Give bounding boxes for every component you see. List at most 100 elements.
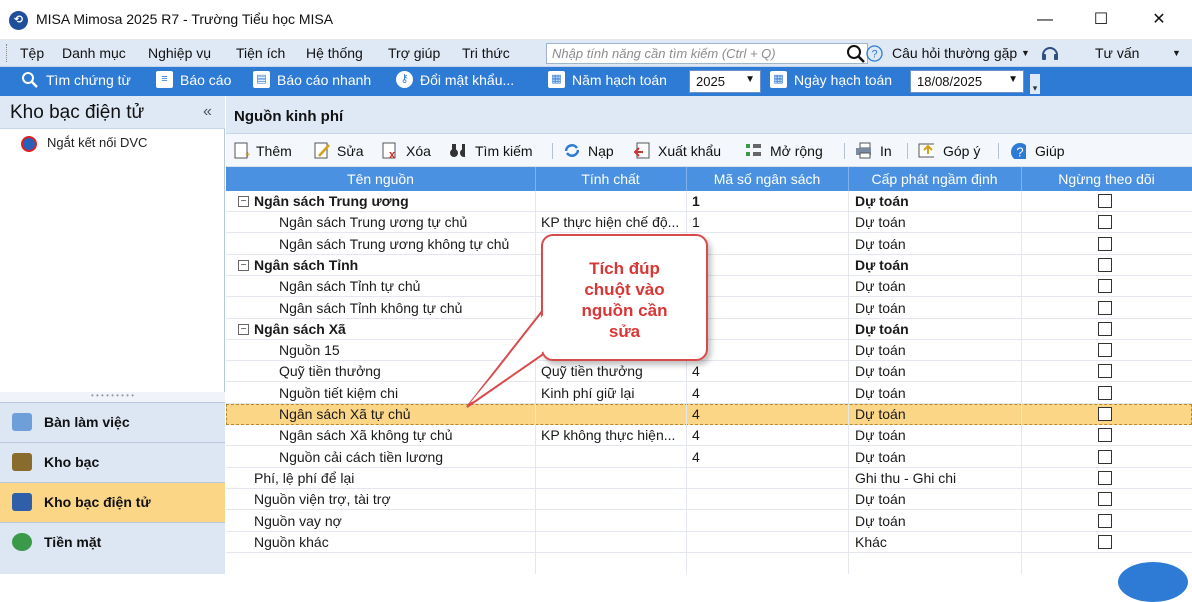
nav-treasury[interactable]: [0, 442, 225, 482]
stop-tracking-checkbox[interactable]: [1098, 492, 1112, 506]
cell-nature: KP thực hiện chế độ...: [541, 214, 680, 230]
grid-column-line: [848, 191, 849, 574]
report-button[interactable]: Báo cáo: [180, 72, 231, 88]
callout-line: Tích đúp: [589, 259, 660, 278]
menu-system[interactable]: Hệ thống: [306, 45, 363, 61]
key-icon: ⚷: [396, 71, 413, 88]
change-password-button[interactable]: Đổi mật khẩu...: [420, 72, 514, 88]
consult-dropdown-icon[interactable]: ▼: [1172, 48, 1181, 58]
print-button[interactable]: In: [880, 143, 892, 159]
cell-source-name: Nguồn cải cách tiền lương: [279, 449, 444, 465]
posting-date-picker[interactable]: 18/08/2025 ▼: [910, 70, 1024, 93]
col-header-default-alloc[interactable]: Cấp phát ngầm định: [848, 171, 1021, 187]
calendar-icon: ▦: [548, 71, 565, 88]
collapse-row-icon[interactable]: −: [238, 196, 249, 207]
minimize-button[interactable]: —: [1022, 0, 1068, 40]
cell-budget-code: 4: [692, 449, 700, 465]
col-header-nature[interactable]: Tính chất: [535, 171, 686, 187]
cell-default-alloc: Dự toán: [855, 257, 909, 273]
cell-default-alloc: Khác: [855, 534, 887, 550]
quick-report-button[interactable]: Báo cáo nhanh: [277, 72, 371, 88]
load-button[interactable]: Nạp: [588, 143, 614, 159]
menu-knowledge[interactable]: Tri thức: [462, 45, 510, 61]
posting-date-label: Ngày hạch toán: [794, 72, 893, 88]
menu-help[interactable]: Trợ giúp: [388, 45, 440, 61]
stop-tracking-checkbox[interactable]: [1098, 215, 1112, 229]
stop-tracking-checkbox[interactable]: [1098, 258, 1112, 272]
stop-tracking-checkbox[interactable]: [1098, 364, 1112, 378]
svg-text:x: x: [389, 149, 396, 159]
cell-default-alloc: Dự toán: [855, 491, 906, 507]
menu-file[interactable]: Tệp: [20, 45, 44, 61]
cell-source-name: Ngân sách Trung ương không tự chủ: [279, 236, 510, 252]
search-placeholder: Nhập tính năng cần tìm kiếm (Ctrl + Q): [552, 46, 776, 61]
add-button[interactable]: Thêm: [256, 143, 292, 159]
nav-cash-label: Tiền mặt: [44, 534, 102, 550]
fiscal-year-label: Năm hạch toán: [572, 72, 667, 88]
help-circle-icon[interactable]: ?: [866, 45, 883, 62]
help-button[interactable]: Giúp: [1035, 143, 1065, 159]
delete-icon: x: [382, 142, 396, 159]
faq-menu[interactable]: Câu hỏi thường gặp: [892, 45, 1017, 61]
stop-tracking-checkbox[interactable]: [1098, 450, 1112, 464]
edit-button[interactable]: Sửa: [337, 143, 364, 159]
stop-tracking-checkbox[interactable]: [1098, 514, 1112, 528]
posting-date-value: 18/08/2025: [917, 74, 983, 89]
callout-text: Tích đúp chuột vào nguồn cần sửa: [548, 258, 701, 342]
menu-catalog[interactable]: Danh mục: [62, 45, 126, 61]
toolbar-overflow-icon[interactable]: ▾: [1030, 74, 1040, 94]
stop-tracking-checkbox[interactable]: [1098, 407, 1112, 421]
window-title: MISA Mimosa 2025 R7 - Trường Tiểu học MI…: [36, 11, 334, 27]
chevron-down-icon: ▼: [745, 74, 755, 85]
nav-treasury-label: Kho bạc: [44, 454, 100, 470]
stop-tracking-checkbox[interactable]: [1098, 237, 1112, 251]
stop-tracking-checkbox[interactable]: [1098, 301, 1112, 315]
headset-icon[interactable]: [1040, 44, 1060, 64]
treasury-icon: [12, 453, 32, 471]
panel-splitter[interactable]: • • • • • • • • •: [0, 392, 225, 402]
collapse-row-icon[interactable]: −: [238, 324, 249, 335]
maximize-button[interactable]: ☐: [1078, 0, 1124, 40]
delete-button[interactable]: Xóa: [406, 143, 431, 159]
consult-menu[interactable]: Tư vấn: [1095, 45, 1139, 61]
col-header-stop-tracking[interactable]: Ngừng theo dõi: [1021, 171, 1192, 187]
nav-cash[interactable]: [0, 522, 225, 574]
callout-line: nguồn cần: [581, 301, 668, 320]
menu-operations[interactable]: Nghiệp vụ: [148, 45, 211, 61]
svg-text:?: ?: [871, 49, 877, 61]
svg-text:?: ?: [1016, 145, 1023, 160]
stop-tracking-checkbox[interactable]: [1098, 535, 1112, 549]
grid-column-line: [1021, 191, 1022, 574]
cell-budget-code: 4: [692, 406, 700, 422]
calendar-icon: ▦: [770, 71, 787, 88]
stop-tracking-checkbox[interactable]: [1098, 343, 1112, 357]
printer-icon: [856, 142, 871, 159]
menu-utilities[interactable]: Tiện ích: [236, 45, 285, 61]
close-button[interactable]: ✕: [1136, 0, 1182, 40]
stop-tracking-checkbox[interactable]: [1098, 322, 1112, 336]
search-button[interactable]: Tìm kiếm: [475, 143, 533, 159]
cell-default-alloc: Dự toán: [855, 236, 906, 252]
stop-tracking-checkbox[interactable]: [1098, 194, 1112, 208]
expand-button[interactable]: Mở rộng: [770, 143, 823, 159]
col-header-budget-code[interactable]: Mã số ngân sách: [686, 171, 848, 187]
stop-tracking-checkbox[interactable]: [1098, 279, 1112, 293]
assistant-bubble-icon[interactable]: [1118, 562, 1188, 602]
col-header-name[interactable]: Tên nguồn: [226, 171, 535, 187]
collapse-panel-button[interactable]: «: [203, 103, 212, 121]
disconnect-dvc-link[interactable]: Ngắt kết nối DVC: [47, 135, 147, 150]
find-voucher-button[interactable]: Tìm chứng từ: [46, 72, 131, 88]
cell-budget-code: 4: [692, 427, 700, 443]
fiscal-year-select[interactable]: 2025 ▼: [689, 70, 761, 93]
stop-tracking-checkbox[interactable]: [1098, 386, 1112, 400]
faq-dropdown-icon[interactable]: ▼: [1021, 48, 1030, 58]
stop-tracking-checkbox[interactable]: [1098, 428, 1112, 442]
cell-default-alloc: Dự toán: [855, 278, 906, 294]
export-button[interactable]: Xuất khẩu: [658, 143, 721, 159]
stop-tracking-checkbox[interactable]: [1098, 471, 1112, 485]
cell-nature: KP không thực hiện...: [541, 427, 676, 443]
search-icon[interactable]: [846, 44, 866, 64]
collapse-row-icon[interactable]: −: [238, 260, 249, 271]
feedback-button[interactable]: Góp ý: [943, 143, 980, 159]
report-icon: ≡: [156, 71, 173, 88]
